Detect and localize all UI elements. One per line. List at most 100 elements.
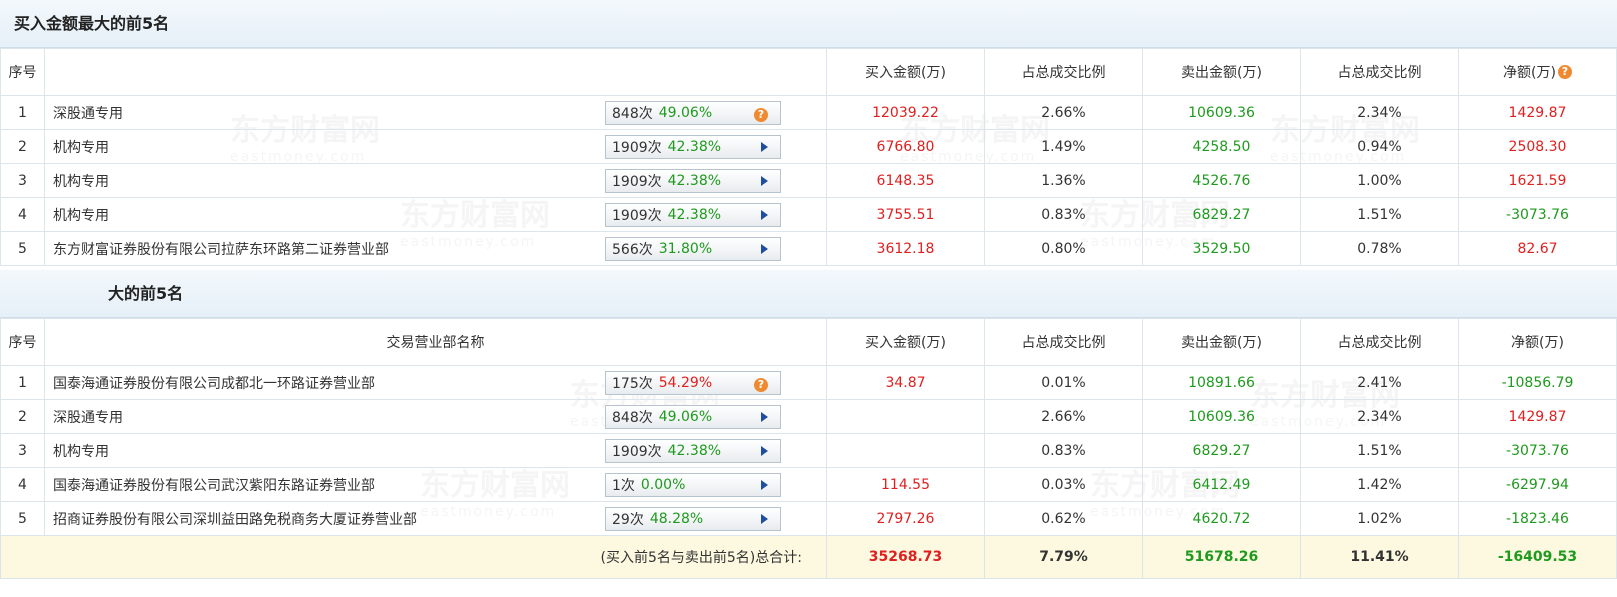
- row-buy: 34.87: [826, 365, 985, 400]
- broker-stats-button[interactable]: 29次 48.28%: [605, 507, 781, 531]
- broker-name[interactable]: 深股通专用: [53, 106, 123, 122]
- row-buy-ratio: 2.66%: [984, 399, 1143, 434]
- arrow-icon[interactable]: [761, 244, 768, 254]
- total-sell: 51678.26: [1142, 535, 1301, 579]
- broker-name[interactable]: 深股通专用: [53, 410, 123, 426]
- trade-count: 1909次: [612, 174, 662, 190]
- row-net: 82.67: [1458, 231, 1617, 266]
- row-buy-ratio: 2.66%: [984, 95, 1143, 130]
- row-net: -3073.76: [1458, 197, 1617, 232]
- trade-count: 1909次: [612, 444, 662, 460]
- broker-stats-button[interactable]: 1次 0.00%: [605, 473, 781, 497]
- sell-section-title: 大的前5名: [0, 270, 1617, 318]
- row-net: -1823.46: [1458, 501, 1617, 536]
- broker-name[interactable]: 国泰海通证券股份有限公司成都北一环路证券营业部: [53, 376, 375, 392]
- row-seq: 1: [0, 95, 45, 130]
- win-rate: 42.38%: [667, 139, 722, 155]
- table-row: 2 机构专用 1909次 42.38% 6766.80 1.49% 4258.5…: [0, 129, 1617, 164]
- arrow-icon[interactable]: [761, 142, 768, 152]
- row-buy-ratio: 0.62%: [984, 501, 1143, 536]
- header-buy-ratio: 占总成交比例: [984, 318, 1143, 366]
- broker-stats-button[interactable]: 566次 31.80%: [605, 237, 781, 261]
- header-seq: 序号: [0, 48, 45, 96]
- help-icon[interactable]: ?: [754, 108, 768, 122]
- win-rate: 48.28%: [649, 511, 704, 527]
- win-rate: 49.06%: [658, 409, 713, 425]
- header-name: 交易营业部名称: [44, 318, 827, 366]
- broker-name[interactable]: 招商证券股份有限公司深圳益田路免税商务大厦证券营业部: [53, 512, 417, 528]
- arrow-icon[interactable]: [761, 210, 768, 220]
- broker-stats-button[interactable]: 1909次 42.38%: [605, 439, 781, 463]
- row-net: 1429.87: [1458, 95, 1617, 130]
- row-broker-cell: 国泰海通证券股份有限公司武汉紫阳东路证券营业部 1次 0.00%: [44, 467, 827, 502]
- help-icon[interactable]: ?: [1557, 65, 1572, 79]
- arrow-icon[interactable]: [761, 480, 768, 490]
- broker-name[interactable]: 东方财富证券股份有限公司拉萨东环路第二证券营业部: [53, 242, 389, 258]
- row-buy-ratio: 0.01%: [984, 365, 1143, 400]
- row-sell: 6829.27: [1142, 197, 1301, 232]
- trade-count: 29次: [612, 512, 644, 528]
- broker-stats-button[interactable]: 1909次 42.38%: [605, 135, 781, 159]
- table-row: 2 深股通专用 848次 49.06% 2.66% 10609.36 2.34%…: [0, 399, 1617, 434]
- row-buy-ratio: 1.36%: [984, 163, 1143, 198]
- trade-count: 848次: [612, 410, 653, 426]
- win-rate: 31.80%: [658, 241, 713, 257]
- row-sell-ratio: 1.51%: [1300, 197, 1459, 232]
- trade-count: 566次: [612, 242, 653, 258]
- broker-stats-button[interactable]: 175次 54.29% ?: [605, 371, 781, 395]
- broker-stats-button[interactable]: 1909次 42.38%: [605, 203, 781, 227]
- arrow-icon[interactable]: [761, 446, 768, 456]
- row-sell: 10609.36: [1142, 95, 1301, 130]
- arrow-icon[interactable]: [761, 514, 768, 524]
- row-buy: 6148.35: [826, 163, 985, 198]
- table-row: 5 招商证券股份有限公司深圳益田路免税商务大厦证券营业部 29次 48.28% …: [0, 501, 1617, 536]
- row-seq: 5: [0, 231, 45, 266]
- row-seq: 2: [0, 129, 45, 164]
- broker-name[interactable]: 机构专用: [53, 174, 109, 190]
- help-icon[interactable]: ?: [754, 378, 768, 392]
- broker-stats-button[interactable]: 848次 49.06% ?: [605, 101, 781, 125]
- trade-count: 1909次: [612, 140, 662, 156]
- row-net: -3073.76: [1458, 433, 1617, 468]
- row-buy-ratio: 0.03%: [984, 467, 1143, 502]
- total-net: -16409.53: [1458, 535, 1617, 579]
- row-seq: 1: [0, 365, 45, 400]
- table-row: 4 国泰海通证券股份有限公司武汉紫阳东路证券营业部 1次 0.00% 114.5…: [0, 467, 1617, 502]
- row-sell-ratio: 2.34%: [1300, 399, 1459, 434]
- row-sell-ratio: 0.78%: [1300, 231, 1459, 266]
- arrow-icon[interactable]: [761, 176, 768, 186]
- broker-name[interactable]: 机构专用: [53, 140, 109, 156]
- row-sell: 6412.49: [1142, 467, 1301, 502]
- header-seq: 序号: [0, 318, 45, 366]
- row-sell: 10609.36: [1142, 399, 1301, 434]
- row-buy-ratio: 0.83%: [984, 433, 1143, 468]
- row-buy: 2797.26: [826, 501, 985, 536]
- table-row: 3 机构专用 1909次 42.38% 6148.35 1.36% 4526.7…: [0, 163, 1617, 198]
- table-header-row: 序号 买入金额(万) 占总成交比例 卖出金额(万) 占总成交比例 净额(万)?: [0, 48, 1617, 96]
- broker-name[interactable]: 国泰海通证券股份有限公司武汉紫阳东路证券营业部: [53, 478, 375, 494]
- buy-table: 序号 买入金额(万) 占总成交比例 卖出金额(万) 占总成交比例 净额(万)? …: [0, 48, 1617, 266]
- row-broker-cell: 机构专用 1909次 42.38%: [44, 163, 827, 198]
- total-label: (买入前5名与卖出前5名)总合计:: [0, 535, 827, 579]
- row-seq: 5: [0, 501, 45, 536]
- row-seq: 3: [0, 163, 45, 198]
- trade-count: 1909次: [612, 208, 662, 224]
- broker-stats-button[interactable]: 848次 49.06%: [605, 405, 781, 429]
- total-row: (买入前5名与卖出前5名)总合计: 35268.73 7.79% 51678.2…: [0, 535, 1617, 579]
- table-row: 1 国泰海通证券股份有限公司成都北一环路证券营业部 175次 54.29% ? …: [0, 365, 1617, 400]
- table-row: 5 东方财富证券股份有限公司拉萨东环路第二证券营业部 566次 31.80% 3…: [0, 231, 1617, 266]
- arrow-icon[interactable]: [761, 412, 768, 422]
- row-sell: 4258.50: [1142, 129, 1301, 164]
- broker-name[interactable]: 机构专用: [53, 208, 109, 224]
- row-buy: [826, 433, 985, 468]
- table-header-row: 序号 交易营业部名称 买入金额(万) 占总成交比例 卖出金额(万) 占总成交比例…: [0, 318, 1617, 366]
- win-rate: 42.38%: [667, 207, 722, 223]
- header-net: 净额(万)?: [1458, 48, 1617, 96]
- row-broker-cell: 深股通专用 848次 49.06%: [44, 399, 827, 434]
- row-sell-ratio: 1.51%: [1300, 433, 1459, 468]
- header-buy: 买入金额(万): [826, 48, 985, 96]
- broker-stats-button[interactable]: 1909次 42.38%: [605, 169, 781, 193]
- broker-name[interactable]: 机构专用: [53, 444, 109, 460]
- header-sell-ratio: 占总成交比例: [1300, 318, 1459, 366]
- row-broker-cell: 机构专用 1909次 42.38%: [44, 433, 827, 468]
